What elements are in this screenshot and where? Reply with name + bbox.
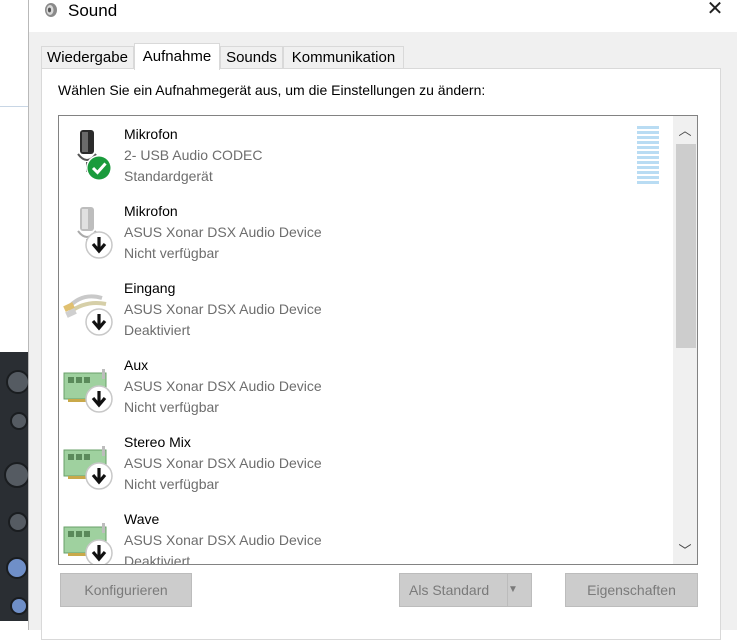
scroll-up-icon[interactable]: ︿ bbox=[673, 120, 697, 144]
down-arrow-icon bbox=[85, 308, 113, 336]
device-status: Nicht verfügbar bbox=[124, 399, 219, 415]
input-level-meter bbox=[637, 126, 659, 186]
device-status: Standardgerät bbox=[124, 168, 213, 184]
down-arrow-icon bbox=[85, 462, 113, 490]
list-item-device[interactable]: Eingang ASUS Xonar DSX Audio Device Deak… bbox=[59, 270, 659, 347]
title-bar[interactable]: Sound ✕ bbox=[29, 0, 737, 32]
scroll-thumb[interactable] bbox=[676, 144, 696, 348]
line-in-cable-icon bbox=[63, 294, 113, 336]
device-status: Deaktiviert bbox=[124, 322, 191, 338]
device-description: ASUS Xonar DSX Audio Device bbox=[124, 301, 322, 317]
device-name: Wave bbox=[124, 511, 160, 527]
background-mixer-image bbox=[0, 352, 30, 621]
instruction-text: Wählen Sie ein Aufnahmegerät aus, um die… bbox=[58, 82, 486, 98]
set-default-label: Als Standard bbox=[409, 582, 490, 598]
sound-card-icon bbox=[63, 369, 113, 413]
properties-button[interactable]: Eigenschaften bbox=[565, 573, 698, 607]
down-arrow-icon bbox=[85, 385, 113, 413]
device-name: Mikrofon bbox=[124, 126, 178, 142]
device-status: Deaktiviert bbox=[124, 553, 191, 565]
recording-panel: Wählen Sie ein Aufnahmegerät aus, um die… bbox=[41, 68, 721, 640]
microphone-icon bbox=[77, 207, 113, 259]
device-description: ASUS Xonar DSX Audio Device bbox=[124, 224, 322, 240]
close-button[interactable]: ✕ bbox=[692, 0, 737, 26]
device-description: 2- USB Audio CODEC bbox=[124, 147, 263, 163]
scroll-down-icon[interactable]: ﹀ bbox=[673, 540, 697, 564]
sound-dialog: Sound ✕ Wiedergabe Aufnahme Sounds Kommu… bbox=[28, 0, 737, 640]
device-name: Mikrofon bbox=[124, 203, 178, 219]
device-name: Aux bbox=[124, 357, 149, 373]
set-default-button[interactable]: Als Standard ▼ bbox=[399, 573, 532, 607]
device-description: ASUS Xonar DSX Audio Device bbox=[124, 532, 322, 548]
list-item-device[interactable]: Aux ASUS Xonar DSX Audio Device Nicht ve… bbox=[59, 347, 659, 424]
device-status: Nicht verfügbar bbox=[124, 245, 219, 261]
list-item-device[interactable]: Wave ASUS Xonar DSX Audio Device Deaktiv… bbox=[59, 501, 659, 565]
tab-aufnahme[interactable]: Aufnahme bbox=[134, 43, 220, 70]
background-divider bbox=[0, 106, 30, 107]
list-item-device[interactable]: Mikrofon ASUS Xonar DSX Audio Device Nic… bbox=[59, 193, 659, 270]
speaker-icon bbox=[45, 3, 57, 17]
vertical-scrollbar[interactable]: ︿ ﹀ bbox=[673, 116, 697, 564]
device-description: ASUS Xonar DSX Audio Device bbox=[124, 378, 322, 394]
device-name: Eingang bbox=[124, 280, 176, 296]
sound-card-icon bbox=[63, 523, 113, 564]
microphone-icon bbox=[77, 130, 112, 181]
list-item-device[interactable]: Mikrofon 2- USB Audio CODEC Standardgerä… bbox=[59, 116, 659, 193]
chevron-down-icon[interactable]: ▼ bbox=[507, 574, 531, 606]
tab-kommunikation[interactable]: Kommunikation bbox=[283, 46, 404, 68]
tab-sounds[interactable]: Sounds bbox=[220, 46, 283, 68]
sound-card-icon bbox=[63, 446, 113, 490]
down-arrow-icon bbox=[85, 231, 113, 259]
device-status: Nicht verfügbar bbox=[124, 476, 219, 492]
tab-wiedergabe[interactable]: Wiedergabe bbox=[41, 46, 134, 68]
down-arrow-icon bbox=[85, 539, 113, 564]
device-description: ASUS Xonar DSX Audio Device bbox=[124, 455, 322, 471]
configure-button[interactable]: Konfigurieren bbox=[60, 573, 192, 607]
check-icon bbox=[86, 155, 112, 181]
window-title: Sound bbox=[68, 1, 118, 20]
device-list[interactable]: Mikrofon 2- USB Audio CODEC Standardgerä… bbox=[58, 115, 698, 565]
device-name: Stereo Mix bbox=[124, 434, 191, 450]
list-item-device[interactable]: Stereo Mix ASUS Xonar DSX Audio Device N… bbox=[59, 424, 659, 501]
